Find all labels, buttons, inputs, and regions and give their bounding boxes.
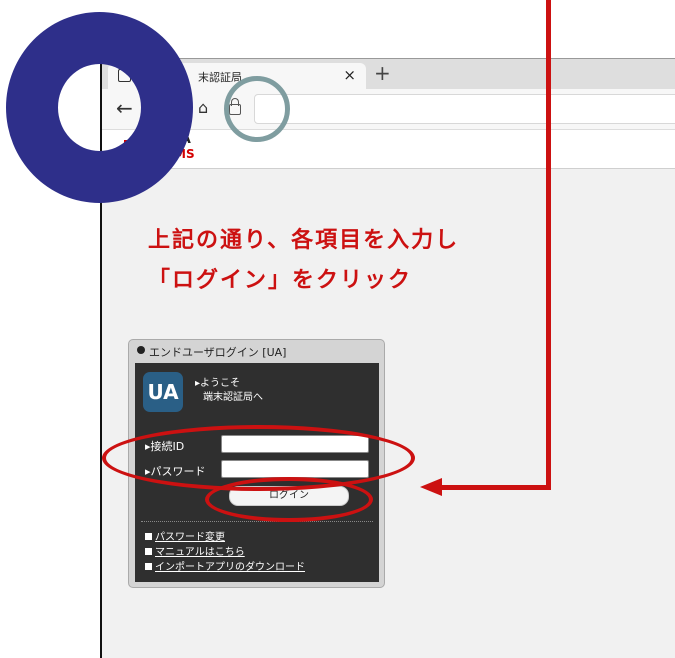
welcome-text: ▸ようこそ [195,378,241,389]
manual-link[interactable]: マニュアルはこちら [145,543,245,558]
link-bullet-icon [145,563,152,570]
lock-highlight-circle [224,76,290,142]
login-button-highlight-ellipse [205,477,373,522]
address-bar[interactable] [254,94,675,124]
welcome-subtext: 端末認証局へ [203,392,263,403]
annotation-arrow-horizontal [440,485,551,490]
panel-bullet-icon [137,346,145,354]
annotation-arrowhead-icon [420,478,442,496]
instruction-line-1: 上記の通り、各項目を入力し [148,228,460,253]
login-panel-title: エンドユーザログイン [UA] [149,346,287,359]
new-tab-button[interactable]: + [374,61,391,85]
link-bullet-icon [145,548,152,555]
annotation-arrow-vertical [546,0,551,489]
panel-divider [141,521,373,522]
correct-mark-ring [6,12,193,203]
change-password-link[interactable]: パスワード変更 [145,528,225,543]
home-icon[interactable]: ⌂ [198,98,208,117]
instruction-line-2: 「ログイン」をクリック [148,268,413,293]
login-panel-header: エンドユーザログイン [UA] [129,340,384,362]
ua-logo: UA [143,372,183,412]
import-app-download-link[interactable]: インポートアプリのダウンロード [145,558,305,573]
link-bullet-icon [145,533,152,540]
close-tab-icon[interactable]: × [343,66,356,84]
